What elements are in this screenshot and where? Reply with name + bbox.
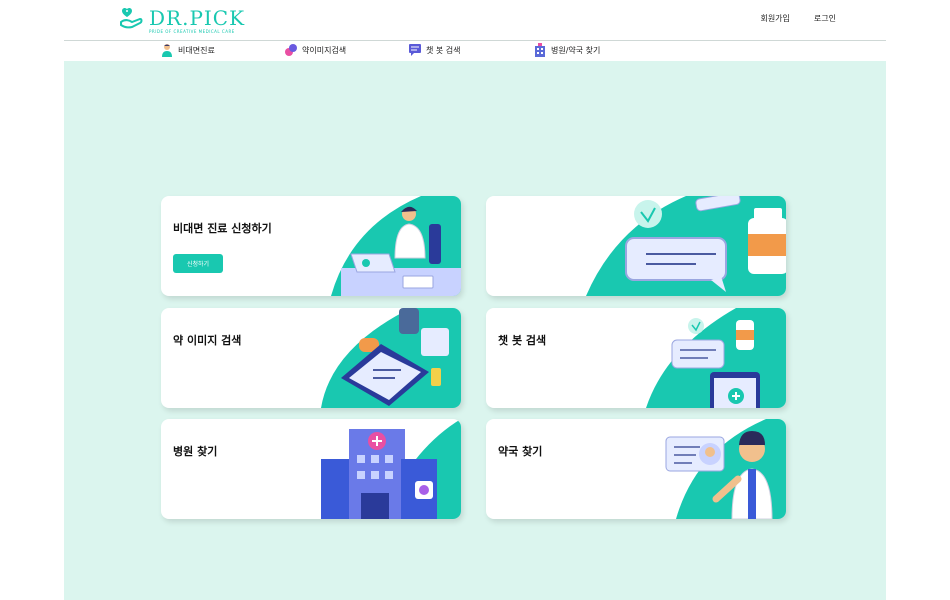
card-title: 병원 찾기 bbox=[173, 445, 218, 458]
nav-item-telemedicine[interactable]: 비대면진료 bbox=[160, 43, 215, 57]
card-pill-chat[interactable] bbox=[486, 196, 786, 296]
building-icon bbox=[535, 43, 545, 57]
hospital-building-illustration bbox=[321, 419, 461, 519]
apply-button[interactable]: 신청하기 bbox=[173, 254, 223, 273]
card-title: 챗 봇 검색 bbox=[498, 334, 547, 347]
nav-item-find-hospital[interactable]: 병원/약국 찾기 bbox=[533, 43, 600, 57]
brand-logo[interactable]: DR.PICK PRIDE OF CREATIVE MEDICAL CARE bbox=[119, 6, 246, 34]
doctor-laptop-illustration bbox=[331, 196, 461, 296]
nav-item-label: 병원/약국 찾기 bbox=[551, 45, 601, 55]
brand-tagline: PRIDE OF CREATIVE MEDICAL CARE bbox=[149, 29, 235, 34]
chat-icon bbox=[409, 44, 421, 56]
nav-item-chatbot[interactable]: 챗 봇 검색 bbox=[408, 43, 461, 57]
header-links: 회원가입 로그인 bbox=[760, 13, 836, 24]
card-find-hospital[interactable]: 병원 찾기 bbox=[161, 419, 461, 519]
main-area: 비대면 진료 신청하기 신청하기 약 이미지 검색 챗 봇 검색 병원 찾기 약… bbox=[64, 61, 886, 600]
top-bar: DR.PICK PRIDE OF CREATIVE MEDICAL CARE 회… bbox=[64, 0, 886, 40]
card-telemedicine[interactable]: 비대면 진료 신청하기 신청하기 bbox=[161, 196, 461, 296]
login-link[interactable]: 로그인 bbox=[814, 13, 836, 24]
chatbot-phone-illustration bbox=[646, 308, 786, 408]
pill-icon bbox=[285, 44, 297, 56]
card-pill-image-search[interactable]: 약 이미지 검색 bbox=[161, 308, 461, 408]
card-title: 약국 찾기 bbox=[498, 445, 543, 458]
pharmacist-illustration bbox=[665, 419, 786, 519]
clipboard-pills-illustration bbox=[321, 308, 461, 408]
nav-item-label: 약이미지검색 bbox=[302, 45, 347, 55]
signup-link[interactable]: 회원가입 bbox=[760, 13, 789, 24]
brand-name: DR.PICK bbox=[149, 6, 246, 30]
card-title: 약 이미지 검색 bbox=[173, 334, 242, 347]
chat-pills-illustration bbox=[586, 196, 786, 296]
card-find-pharmacy[interactable]: 약국 찾기 bbox=[486, 419, 786, 519]
nav-item-label: 챗 봇 검색 bbox=[426, 45, 461, 55]
nav-item-label: 비대면진료 bbox=[178, 45, 215, 55]
main-nav: 비대면진료 약이미지검색 챗 봇 검색 병원/약국 찾기 bbox=[64, 40, 886, 62]
doctor-icon bbox=[162, 44, 172, 57]
card-title: 비대면 진료 신청하기 bbox=[173, 222, 272, 235]
card-chatbot-search[interactable]: 챗 봇 검색 bbox=[486, 308, 786, 408]
nav-item-pill-search[interactable]: 약이미지검색 bbox=[284, 43, 346, 57]
page-frame: DR.PICK PRIDE OF CREATIVE MEDICAL CARE 회… bbox=[64, 0, 886, 600]
heart-hand-icon bbox=[120, 7, 143, 29]
